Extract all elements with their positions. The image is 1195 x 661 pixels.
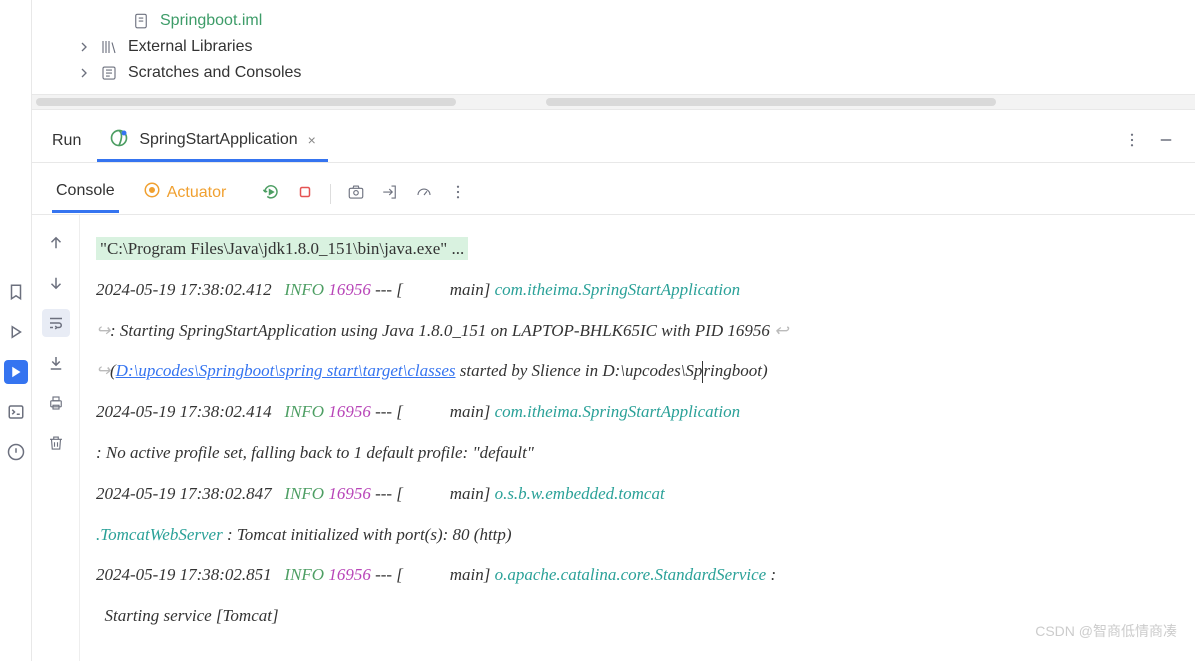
- minimize-icon[interactable]: [1157, 131, 1175, 152]
- bookmark-icon[interactable]: [4, 280, 28, 304]
- log-line: 2024-05-19 17:38:02.847 INFO 16956 --- […: [96, 474, 1187, 515]
- tree-file-iml[interactable]: Springboot.iml: [48, 8, 1179, 34]
- soft-wrap-marker: ↪: [96, 351, 110, 392]
- actuator-icon: [143, 181, 161, 204]
- project-tree: Springboot.iml External Libraries Scratc…: [32, 0, 1195, 95]
- soft-wrap-marker: ↩: [774, 311, 788, 352]
- run-panel: Run SpringStartApplication × Console Act…: [32, 109, 1195, 661]
- divider: [330, 184, 331, 204]
- run-tool-icon[interactable]: [4, 360, 28, 384]
- gauge-icon[interactable]: [415, 183, 433, 204]
- horizontal-scrollbar[interactable]: [32, 95, 1195, 109]
- soft-wrap-icon[interactable]: [42, 309, 70, 337]
- spring-icon: [109, 128, 129, 151]
- actuator-label: Actuator: [167, 184, 227, 202]
- tree-label: Springboot.iml: [160, 12, 262, 30]
- tree-label: Scratches and Consoles: [128, 64, 301, 82]
- print-icon[interactable]: [42, 389, 70, 417]
- log-line-wrap: Starting service [Tomcat]: [96, 596, 1187, 637]
- tree-external-libraries[interactable]: External Libraries: [48, 34, 1179, 60]
- log-line: 2024-05-19 17:38:02.851 INFO 16956 --- […: [96, 555, 1187, 596]
- tree-scratches[interactable]: Scratches and Consoles: [48, 60, 1179, 86]
- scratches-icon: [100, 64, 120, 82]
- left-tool-gutter: [0, 0, 32, 661]
- run-config-tab[interactable]: SpringStartApplication ×: [97, 120, 328, 162]
- close-icon[interactable]: ×: [308, 132, 316, 148]
- camera-icon[interactable]: [347, 183, 365, 204]
- chevron-right-icon: [76, 64, 92, 82]
- run-header-actions: [1123, 131, 1175, 152]
- warning-icon[interactable]: [4, 440, 28, 464]
- console-output[interactable]: "C:\Program Files\Java\jdk1.8.0_151\bin\…: [80, 215, 1195, 661]
- console-toolbar: [250, 183, 467, 204]
- exit-icon[interactable]: [381, 183, 399, 204]
- console-body: "C:\Program Files\Java\jdk1.8.0_151\bin\…: [32, 215, 1195, 661]
- scroll-thumb[interactable]: [36, 98, 456, 106]
- command-line: "C:\Program Files\Java\jdk1.8.0_151\bin\…: [96, 237, 468, 260]
- play-outline-icon[interactable]: [4, 320, 28, 344]
- trash-icon[interactable]: [42, 429, 70, 457]
- file-icon: [132, 12, 152, 30]
- rerun-icon[interactable]: [262, 183, 280, 204]
- down-arrow-icon[interactable]: [42, 269, 70, 297]
- scroll-to-end-icon[interactable]: [42, 349, 70, 377]
- console-tab[interactable]: Console: [52, 174, 119, 213]
- chevron-right-icon: [76, 38, 92, 56]
- path-link[interactable]: D:\upcodes\Springboot\spring start\targe…: [116, 361, 456, 380]
- console-gutter: [32, 215, 80, 661]
- soft-wrap-marker: ↪: [96, 311, 110, 352]
- scroll-thumb[interactable]: [546, 98, 996, 106]
- up-arrow-icon[interactable]: [42, 229, 70, 257]
- log-line: 2024-05-19 17:38:02.414 INFO 16956 --- […: [96, 392, 1187, 433]
- actuator-tab[interactable]: Actuator: [139, 173, 231, 214]
- log-line-wrap: ↪(D:\upcodes\Springboot\spring start\tar…: [96, 351, 1187, 392]
- run-header: Run SpringStartApplication ×: [32, 110, 1195, 163]
- watermark: CSDN @智商低情商凑: [1035, 615, 1177, 649]
- more-vertical-icon[interactable]: [1123, 131, 1141, 152]
- terminal-icon[interactable]: [4, 400, 28, 424]
- stop-icon[interactable]: [296, 183, 314, 204]
- panel-title: Run: [52, 132, 81, 150]
- more-vertical-icon[interactable]: [449, 183, 467, 204]
- log-line-wrap: : No active profile set, falling back to…: [96, 433, 1187, 474]
- console-tabs: Console Actuator: [32, 163, 1195, 215]
- run-tab-label: SpringStartApplication: [139, 131, 297, 149]
- log-line-wrap: ↪: Starting SpringStartApplication using…: [96, 311, 1187, 352]
- tree-label: External Libraries: [128, 38, 253, 56]
- main-panel: Springboot.iml External Libraries Scratc…: [32, 0, 1195, 661]
- log-line-wrap: .TomcatWebServer : Tomcat initialized wi…: [96, 515, 1187, 556]
- library-icon: [100, 38, 120, 56]
- log-line: 2024-05-19 17:38:02.412 INFO 16956 --- […: [96, 270, 1187, 311]
